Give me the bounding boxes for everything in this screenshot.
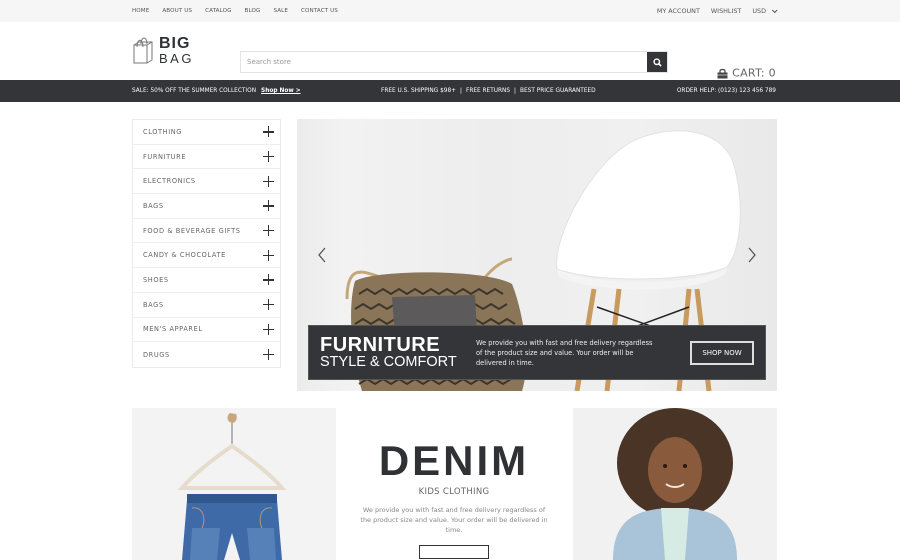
category-item-furniture[interactable]: FURNITURE [133, 145, 280, 170]
hero-subtitle: STYLE & COMFORT [320, 354, 457, 370]
plus-icon[interactable] [263, 200, 274, 212]
denim-title: DENIM [378, 437, 530, 484]
plus-icon[interactable] [263, 225, 274, 237]
category-item-bags[interactable]: BAGS [133, 194, 280, 219]
category-label: BAGS [143, 300, 164, 309]
category-item-drugs[interactable]: DRUGS [133, 342, 280, 367]
category-item-candy-chocolate[interactable]: CANDY & CHOCOLATE [133, 243, 280, 269]
nav-sale[interactable]: SALE [273, 8, 288, 14]
category-label: ELECTRONICS [143, 177, 196, 186]
plus-icon[interactable] [263, 249, 274, 261]
search-button[interactable] [647, 52, 667, 72]
category-label: BAGS [143, 201, 164, 210]
hero-slider: FURNITURE STYLE & COMFORT We provide you… [297, 119, 777, 391]
shopping-bag-icon [133, 37, 153, 64]
search-icon [652, 57, 662, 67]
category-item-bags-2[interactable]: BAGS [133, 293, 280, 318]
category-item-mens-apparel[interactable]: MEN'S APPAREL [133, 318, 280, 343]
plus-icon[interactable] [263, 126, 274, 138]
nav-contact-us[interactable]: CONTACT US [301, 8, 338, 14]
separator: | [460, 88, 462, 94]
cart-label: CART: 0 [732, 66, 776, 80]
category-item-food-beverage-gifts[interactable]: FOOD & BEVERAGE GIFTS [133, 219, 280, 244]
sale-text: SALE: 50% OFF THE SUMMER COLLECTION [132, 88, 257, 94]
wishlist-link[interactable]: WISHLIST [711, 7, 741, 15]
jeans-tile[interactable] [132, 408, 336, 560]
category-item-electronics[interactable]: ELECTRONICS [133, 169, 280, 195]
search-bar [240, 51, 668, 73]
plus-icon[interactable] [263, 151, 274, 163]
category-item-clothing[interactable]: CLOTHING [133, 120, 280, 145]
chevron-right-icon[interactable] [747, 247, 757, 263]
search-input[interactable] [241, 52, 647, 72]
category-item-shoes[interactable]: SHOES [133, 268, 280, 293]
nav-catalog[interactable]: CATALOG [205, 8, 231, 14]
nav-about-us[interactable]: ABOUT US [162, 8, 192, 14]
plus-icon[interactable] [263, 323, 274, 335]
cart-button[interactable]: CART: 0 [717, 67, 776, 80]
price-text: BEST PRICE GUARANTEED [520, 88, 596, 94]
plus-icon[interactable] [263, 274, 274, 286]
logo[interactable]: BIG BAG [132, 35, 194, 65]
plus-icon[interactable] [263, 349, 274, 361]
hero-caption: FURNITURE STYLE & COMFORT We provide you… [308, 325, 766, 380]
separator: | [514, 88, 516, 94]
plus-icon[interactable] [263, 175, 274, 187]
nav-home[interactable]: HOME [132, 8, 149, 14]
shop-now-link[interactable]: Shop Now > [261, 88, 301, 94]
category-label: CANDY & CHOCOLATE [143, 251, 226, 260]
category-label: FOOD & BEVERAGE GIFTS [143, 226, 241, 235]
promo-bar: SALE: 50% OFF THE SUMMER COLLECTION Shop… [0, 80, 900, 102]
hero-description: We provide you with fast and free delive… [476, 339, 653, 367]
jeans-image [177, 413, 287, 560]
top-nav: HOME ABOUT US CATALOG BLOG SALE CONTACT … [132, 0, 338, 22]
account-links: MY ACCOUNT WISHLIST USD [657, 0, 778, 22]
hero-title: FURNITURE [320, 334, 441, 356]
denim-shop-button[interactable] [419, 545, 489, 559]
logo-big-text: BIG [159, 34, 191, 52]
kid-image [613, 408, 737, 560]
site-header: BIG BAG CART: 0 [0, 22, 900, 80]
category-label: DRUGS [143, 350, 170, 359]
category-menu: CLOTHING FURNITURE ELECTRONICS BAGS FOOD… [132, 119, 281, 368]
shop-now-button[interactable]: SHOP NOW [690, 341, 754, 365]
category-label: SHOES [143, 275, 169, 284]
top-bar: HOME ABOUT US CATALOG BLOG SALE CONTACT … [0, 0, 900, 22]
chevron-left-icon[interactable] [317, 247, 327, 263]
denim-subtitle: KIDS CLOTHING [418, 487, 490, 497]
kid-tile[interactable] [573, 408, 777, 560]
logo-small-text: BAG [159, 50, 194, 66]
plus-icon[interactable] [263, 299, 274, 311]
category-label: CLOTHING [143, 127, 183, 136]
nav-blog[interactable]: BLOG [245, 8, 261, 14]
category-label: MEN'S APPAREL [143, 325, 203, 334]
shipping-text: FREE U.S. SHIPPING $98+ [381, 88, 457, 94]
cart-bag-icon [717, 68, 728, 78]
category-label: FURNITURE [143, 152, 187, 161]
denim-description: We provide you with fast and free delive… [360, 506, 548, 534]
returns-text: FREE RETURNS [465, 88, 511, 94]
chevron-down-icon [771, 7, 778, 14]
order-help-text: ORDER HELP: (0123) 123 456 789 [676, 88, 776, 94]
denim-promo: DENIM KIDS CLOTHING We provide you with … [336, 408, 572, 560]
currency-selector[interactable]: USD [752, 7, 778, 15]
my-account-link[interactable]: MY ACCOUNT [657, 7, 700, 15]
currency-value: USD [752, 7, 766, 15]
